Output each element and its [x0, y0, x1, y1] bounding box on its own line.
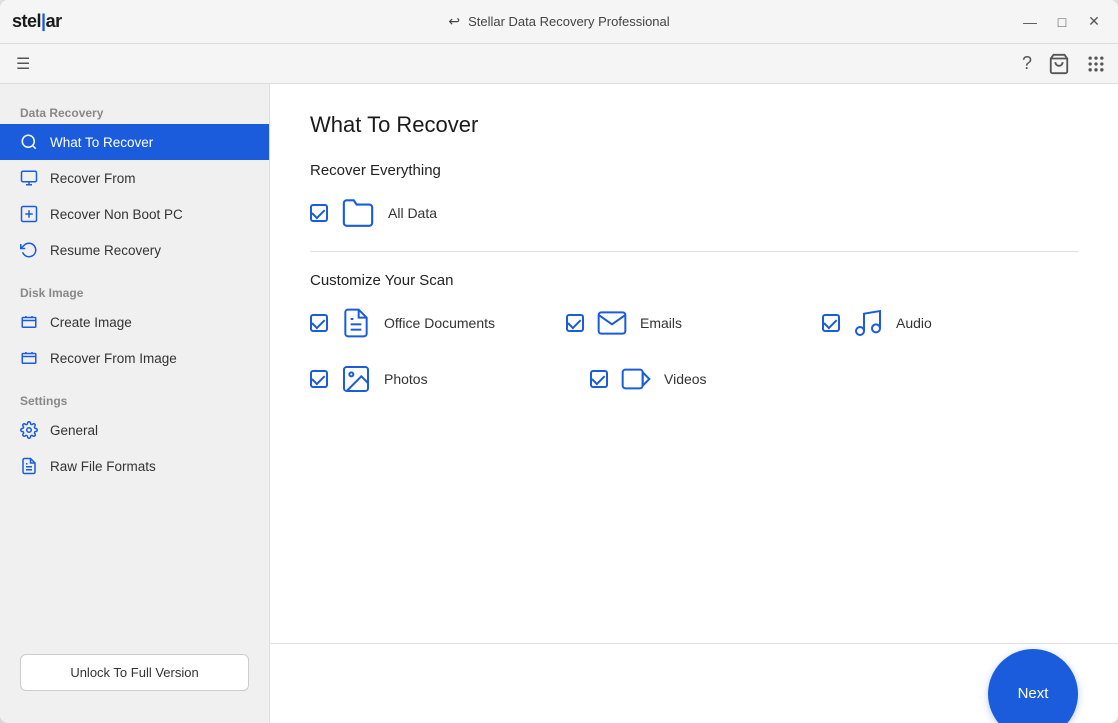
videos-icon: [618, 361, 654, 397]
raw-file-formats-icon: [20, 457, 40, 475]
office-documents-item: Office Documents: [310, 305, 566, 341]
videos-item: Videos: [590, 361, 870, 397]
sidebar-item-label: What To Recover: [50, 135, 153, 150]
right-panel: What To Recover Recover Everything All D…: [270, 84, 1118, 723]
cart-button[interactable]: [1048, 53, 1070, 75]
close-button[interactable]: ✕: [1082, 10, 1106, 34]
next-button[interactable]: Next: [988, 649, 1078, 723]
videos-label: Videos: [664, 371, 707, 387]
sidebar-item-recover-from[interactable]: Recover From: [0, 160, 269, 196]
recover-from-icon: [20, 169, 40, 187]
unlock-button[interactable]: Unlock To Full Version: [20, 654, 249, 691]
photos-label: Photos: [384, 371, 428, 387]
grid-button[interactable]: [1086, 54, 1106, 74]
resume-recovery-icon: [20, 241, 40, 259]
page-title: What To Recover: [310, 112, 1078, 138]
sidebar-item-label: Resume Recovery: [50, 243, 161, 258]
emails-icon: [594, 305, 630, 341]
title-bar: stel|ar ↩ Stellar Data Recovery Professi…: [0, 0, 1118, 44]
maximize-button[interactable]: □: [1050, 10, 1074, 34]
sidebar-item-label: Recover Non Boot PC: [50, 207, 183, 222]
bottom-bar: Next: [270, 643, 1118, 723]
sidebar-section-data-recovery: Data Recovery: [0, 100, 269, 124]
all-data-icon: [340, 195, 376, 231]
create-image-icon: [20, 313, 40, 331]
sidebar: Data Recovery What To Recover Recover Fr…: [0, 84, 270, 723]
emails-item: Emails: [566, 305, 822, 341]
recover-everything-row: All Data: [310, 195, 1078, 231]
sub-header: ☰ ?: [0, 44, 1118, 84]
videos-checkbox[interactable]: [590, 370, 608, 388]
photos-item: Photos: [310, 361, 590, 397]
customize-scan-label: Customize Your Scan: [310, 272, 1078, 289]
general-icon: [20, 421, 40, 439]
divider: [310, 251, 1078, 252]
recover-everything-label: Recover Everything: [310, 162, 1078, 179]
title-bar-actions: — □ ✕: [1018, 10, 1106, 34]
sidebar-item-recover-from-image[interactable]: Recover From Image: [0, 340, 269, 376]
menu-button[interactable]: ☰: [12, 50, 34, 78]
sidebar-item-recover-non-boot[interactable]: Recover Non Boot PC: [0, 196, 269, 232]
emails-checkbox[interactable]: [566, 314, 584, 332]
minimize-button[interactable]: —: [1018, 10, 1042, 34]
sidebar-item-label: Create Image: [50, 315, 132, 330]
logo: stel|ar: [12, 11, 62, 32]
customize-scan-grid: Office Documents Emails: [310, 305, 1078, 397]
audio-icon: [850, 305, 886, 341]
window-title: Stellar Data Recovery Professional: [468, 14, 670, 29]
sidebar-item-label: Raw File Formats: [50, 459, 156, 474]
sidebar-item-label: Recover From Image: [50, 351, 177, 366]
customize-row-1: Office Documents Emails: [310, 305, 1078, 341]
recover-from-image-icon: [20, 349, 40, 367]
photos-checkbox[interactable]: [310, 370, 328, 388]
sidebar-item-what-to-recover[interactable]: What To Recover: [0, 124, 269, 160]
app-window: stel|ar ↩ Stellar Data Recovery Professi…: [0, 0, 1118, 723]
sidebar-item-resume-recovery[interactable]: Resume Recovery: [0, 232, 269, 268]
what-to-recover-icon: [20, 133, 40, 151]
logo-text: stel|ar: [12, 11, 62, 32]
audio-checkbox[interactable]: [822, 314, 840, 332]
recover-non-boot-icon: [20, 205, 40, 223]
title-bar-center: ↩ Stellar Data Recovery Professional: [448, 13, 669, 30]
office-documents-icon: [338, 305, 374, 341]
help-button[interactable]: ?: [1022, 53, 1032, 74]
sidebar-item-raw-file-formats[interactable]: Raw File Formats: [0, 448, 269, 484]
office-documents-checkbox[interactable]: [310, 314, 328, 332]
sub-header-right: ?: [1022, 53, 1106, 75]
all-data-label: All Data: [388, 205, 437, 221]
photos-icon: [338, 361, 374, 397]
sidebar-section-settings: Settings: [0, 388, 269, 412]
audio-label: Audio: [896, 315, 932, 331]
sidebar-bottom: Unlock To Full Version: [0, 638, 269, 707]
sidebar-item-general[interactable]: General: [0, 412, 269, 448]
office-documents-label: Office Documents: [384, 315, 495, 331]
emails-label: Emails: [640, 315, 682, 331]
customize-row-2: Photos Videos: [310, 361, 1078, 397]
sidebar-item-create-image[interactable]: Create Image: [0, 304, 269, 340]
audio-item: Audio: [822, 305, 1078, 341]
panel-content: What To Recover Recover Everything All D…: [270, 84, 1118, 643]
sidebar-item-label: Recover From: [50, 171, 136, 186]
all-data-checkbox[interactable]: [310, 204, 328, 222]
sidebar-section-disk-image: Disk Image: [0, 280, 269, 304]
sidebar-item-label: General: [50, 423, 98, 438]
back-icon: ↩: [448, 13, 460, 30]
main-content: Data Recovery What To Recover Recover Fr…: [0, 84, 1118, 723]
